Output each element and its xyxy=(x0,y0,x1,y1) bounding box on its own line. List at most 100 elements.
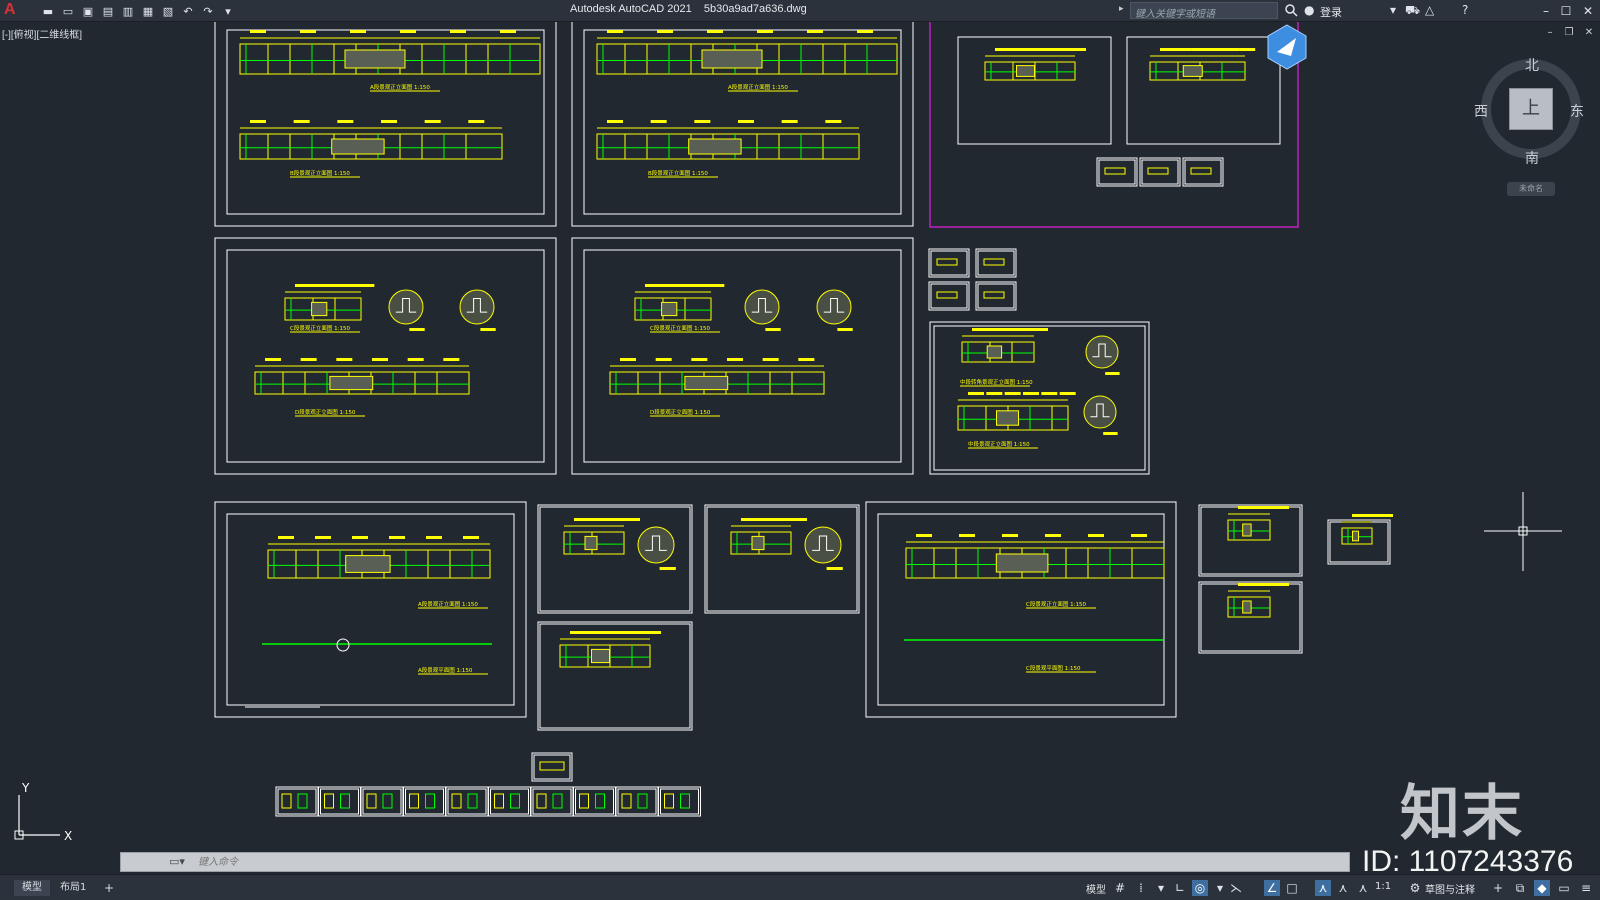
drawing-title: D段景观正立面图 1:150 xyxy=(650,408,711,416)
workspace-switch[interactable]: 草图与注释 xyxy=(1425,881,1475,896)
plus-icon[interactable]: + xyxy=(1490,880,1506,896)
sheet-inner-frame xyxy=(226,513,515,706)
command-line: ▭▾ xyxy=(120,852,1350,872)
open-icon[interactable]: ▭ xyxy=(60,3,76,19)
detail-callout xyxy=(459,289,495,325)
publish-icon[interactable]: ▦ xyxy=(140,3,156,19)
elevation-panel xyxy=(688,138,742,155)
leader-label xyxy=(300,358,317,361)
print-icon[interactable]: ▧ xyxy=(160,3,176,19)
search-icon[interactable] xyxy=(1284,3,1298,17)
customization-menu-icon[interactable]: ≡ xyxy=(1578,880,1594,896)
ucs-y-label: Y xyxy=(21,781,30,795)
compass-south[interactable]: 南 xyxy=(1525,148,1539,168)
clean-screen-icon[interactable]: ▭ xyxy=(1556,880,1572,896)
undo-icon[interactable]: ↶ xyxy=(180,3,196,19)
drawing-title: B段景观正立面图 1:150 xyxy=(648,169,708,177)
tab-model[interactable]: 模型 xyxy=(14,880,50,896)
sheet-inner-frame xyxy=(930,283,968,309)
viewcube-top-face[interactable]: 上 xyxy=(1509,88,1553,130)
leader-label xyxy=(585,631,601,634)
leader-label xyxy=(468,120,485,123)
leader-label xyxy=(381,120,397,123)
user-icon[interactable]: ● xyxy=(1304,3,1314,17)
thumb-detail xyxy=(366,793,377,809)
maximize-button[interactable]: ☐ xyxy=(1556,1,1576,21)
elevation-panel xyxy=(345,555,391,573)
compass-north[interactable]: 北 xyxy=(1525,55,1539,75)
cmd-recent-icon[interactable]: ▭▾ xyxy=(169,855,185,868)
ortho-icon[interactable]: ∟ xyxy=(1172,880,1188,896)
saveas-icon[interactable]: ▤ xyxy=(100,3,116,19)
hardware-acceleration-icon[interactable]: ◆ xyxy=(1534,880,1550,896)
drawing-title: 中段转角景观正立面图 1:150 xyxy=(960,378,1033,386)
elevation-panel xyxy=(986,345,1003,359)
sheet-frame xyxy=(928,281,970,311)
sheet-inner-frame xyxy=(362,788,402,815)
model-space-toggle[interactable]: 模型 xyxy=(1086,881,1106,896)
isodraft-icon[interactable]: ⋋ xyxy=(1228,880,1244,896)
detail-callout xyxy=(1083,395,1117,429)
isolate-objects-icon[interactable]: ⧉ xyxy=(1512,880,1528,896)
thumb-detail xyxy=(552,793,563,809)
close-button[interactable]: ✕ xyxy=(1578,1,1598,21)
leader-label xyxy=(1273,583,1289,586)
new-icon[interactable]: ▬ xyxy=(40,3,56,19)
thumb-detail xyxy=(983,258,1005,266)
leader-label xyxy=(645,631,661,634)
dropdown-arrow-icon[interactable]: ▾ xyxy=(1390,3,1396,17)
annotation-visibility-icon[interactable]: ⋏ xyxy=(1315,880,1331,896)
sheet-frame xyxy=(1126,36,1281,145)
plot-icon[interactable]: ▥ xyxy=(120,3,136,19)
customize-icon[interactable]: ▾ xyxy=(220,3,236,19)
polar-tracking-icon[interactable]: ◎ xyxy=(1192,880,1208,896)
minimize-button[interactable]: – xyxy=(1536,1,1556,21)
leader-label xyxy=(1377,514,1393,517)
dropdown-arrow-icon[interactable]: ▾ xyxy=(1153,880,1169,896)
snap-icon[interactable]: ⁞ xyxy=(1133,880,1149,896)
leader-label xyxy=(1239,48,1256,51)
annotation-scale[interactable]: 1:1 xyxy=(1375,881,1391,892)
leader-label xyxy=(352,536,368,539)
auto-scale-icon[interactable]: ⋏ xyxy=(1335,880,1351,896)
cart-icon[interactable]: ⛟ xyxy=(1405,3,1420,19)
search-input[interactable]: 键入关键字或短语 xyxy=(1130,2,1278,20)
search-expand-icon[interactable]: ▸ xyxy=(1119,4,1124,14)
save-icon[interactable]: ▣ xyxy=(80,3,96,19)
login-link[interactable]: 登录 xyxy=(1320,4,1342,20)
grid-icon[interactable]: # xyxy=(1112,880,1128,896)
object-snap-tracking-icon[interactable]: ∠ xyxy=(1264,880,1280,896)
leader-label xyxy=(463,536,479,539)
annotation-scale-icon[interactable]: ⋏ xyxy=(1355,880,1371,896)
leader-label xyxy=(389,536,405,539)
redo-icon[interactable]: ↷ xyxy=(200,3,216,19)
viewcube[interactable]: 北 南 西 东 上 未命名 xyxy=(1474,55,1587,205)
sheet-inner-frame xyxy=(226,249,545,463)
help-icon[interactable]: ? xyxy=(1462,3,1468,17)
leader-label xyxy=(1131,534,1147,537)
detail-label xyxy=(826,567,843,570)
add-layout-button[interactable]: + xyxy=(96,880,122,896)
leader-label xyxy=(995,48,1011,51)
leader-label xyxy=(825,120,842,123)
drawing-canvas[interactable]: A段景观正立面图 1:150 B段景观正立面图 1:150 A段景观正立面图 1:1… xyxy=(0,22,1600,847)
dropdown-arrow-icon[interactable]: ▾ xyxy=(1212,880,1228,896)
sheet-inner-frame xyxy=(539,623,691,729)
leader-label xyxy=(959,534,975,537)
elevation-panel xyxy=(995,553,1049,573)
elevation-panel xyxy=(661,301,678,317)
autocad-logo-icon[interactable]: A xyxy=(4,1,20,19)
ucs-x-label: X xyxy=(64,829,72,843)
compass-east[interactable]: 东 xyxy=(1570,101,1584,121)
wcs-menu[interactable]: 未命名 xyxy=(1507,182,1555,196)
command-input[interactable] xyxy=(198,855,1298,870)
elevation-panel xyxy=(344,49,406,69)
tab-layout1[interactable]: 布局1 xyxy=(52,880,94,896)
compass-west[interactable]: 西 xyxy=(1474,101,1488,121)
leader-label xyxy=(1191,48,1208,51)
autodesk-app-icon[interactable]: △ xyxy=(1425,3,1434,17)
sheet-frame xyxy=(214,237,557,475)
object-snap-icon[interactable]: □ xyxy=(1284,880,1300,896)
gear-icon[interactable]: ⚙ xyxy=(1407,880,1423,896)
leader-label xyxy=(620,358,636,361)
